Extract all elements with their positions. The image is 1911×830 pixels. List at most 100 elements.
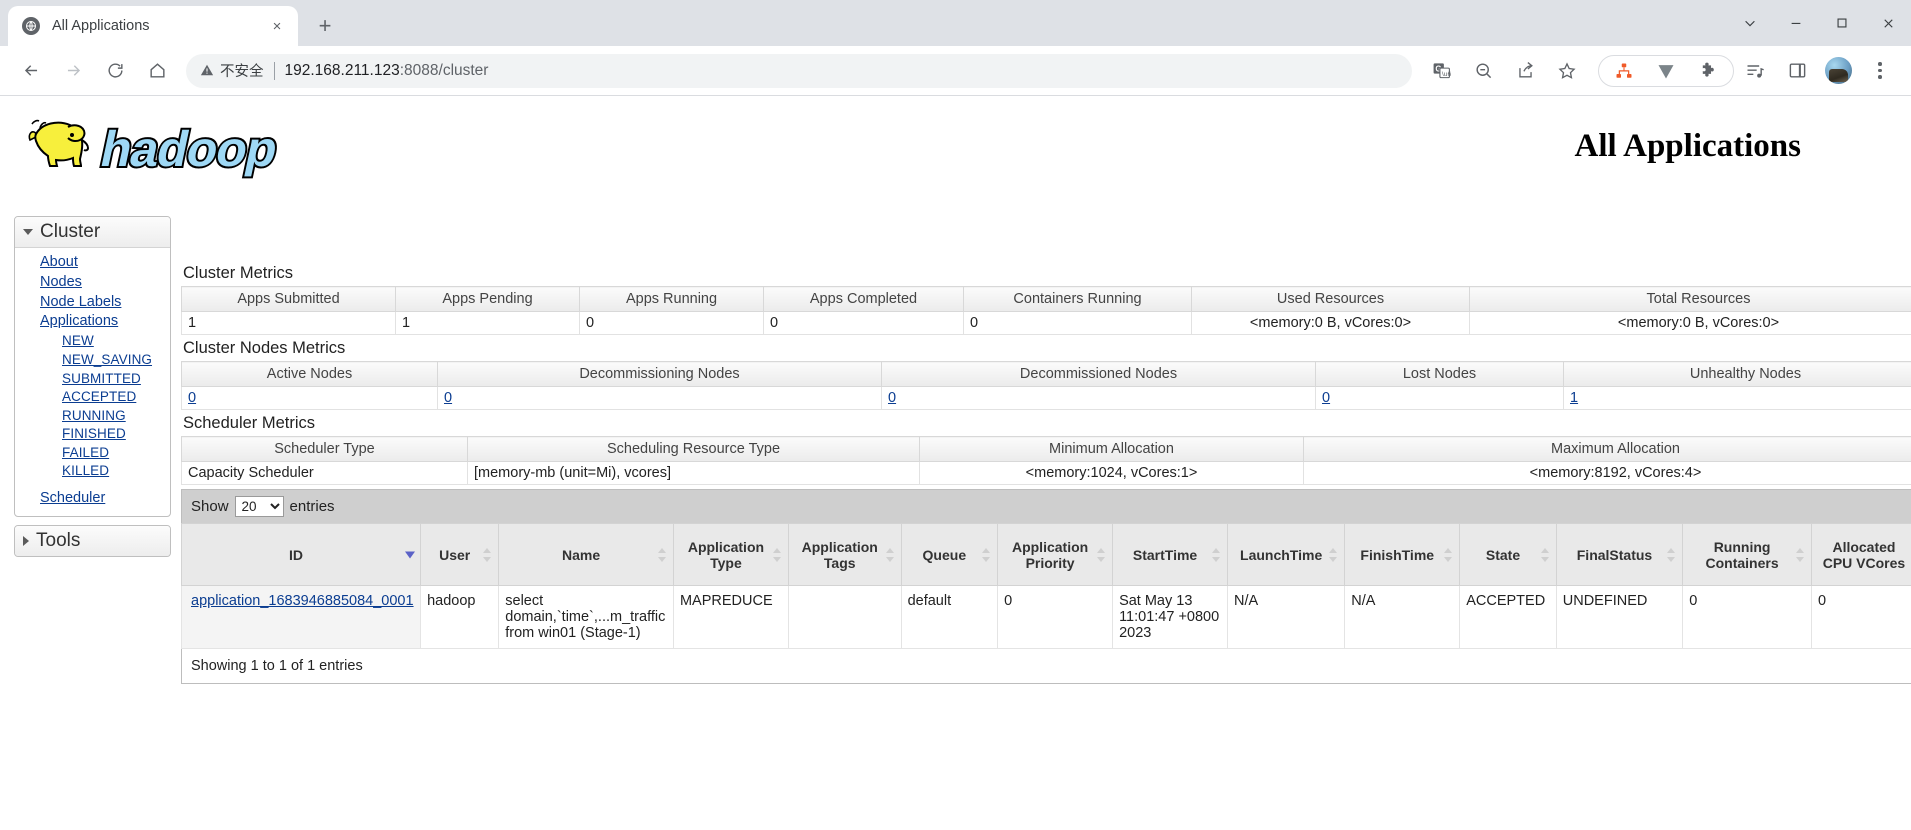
- val-scheduler-type: Capacity Scheduler: [181, 461, 468, 485]
- sidebar-item-new[interactable]: NEW: [15, 332, 170, 351]
- val-maximum-allocation: <memory:8192, vCores:4>: [1303, 461, 1911, 485]
- col-scheduling-resource-type[interactable]: Scheduling Resource Type: [467, 436, 920, 462]
- col-active-nodes[interactable]: Active Nodes: [181, 361, 438, 387]
- home-button[interactable]: [139, 53, 175, 89]
- col-state[interactable]: State: [1459, 523, 1557, 586]
- close-window-icon[interactable]: [1865, 0, 1911, 46]
- col-unhealthy-nodes[interactable]: Unhealthy Nodes: [1563, 361, 1911, 387]
- col-name[interactable]: Name: [498, 523, 674, 586]
- sitemap-extension-icon[interactable]: [1608, 55, 1640, 87]
- reload-button[interactable]: [97, 53, 133, 89]
- new-tab-button[interactable]: +: [308, 9, 342, 43]
- three-dot-menu-icon[interactable]: [1864, 55, 1896, 87]
- datatable-length-control: Show 2050100 entries: [181, 489, 1911, 523]
- chevron-down-icon[interactable]: [1727, 0, 1773, 46]
- cell-state: ACCEPTED: [1459, 585, 1557, 649]
- col-decommissioning-nodes[interactable]: Decommissioning Nodes: [437, 361, 882, 387]
- sidebar-item-new-saving[interactable]: NEW_SAVING: [15, 351, 170, 370]
- cluster-nodes-metrics-table: Active Nodes Decommissioning Nodes Decom…: [181, 361, 1911, 410]
- reading-list-icon[interactable]: [1739, 55, 1771, 87]
- table-row: 1 1 0 0 0 <memory:0 B, vCores:0> <memory…: [181, 311, 1911, 335]
- back-button[interactable]: [13, 53, 49, 89]
- sidebar-item-applications[interactable]: Applications: [15, 312, 170, 332]
- col-minimum-allocation[interactable]: Minimum Allocation: [919, 436, 1304, 462]
- sort-icon: [483, 547, 492, 562]
- val-apps-completed: 0: [763, 311, 964, 335]
- col-user[interactable]: User: [420, 523, 500, 586]
- side-panel-icon[interactable]: [1781, 55, 1813, 87]
- browser-tab[interactable]: All Applications ×: [8, 6, 298, 46]
- col-application-priority[interactable]: Application Priority: [997, 523, 1114, 586]
- url-text: 192.168.211.123:8088/cluster: [285, 62, 489, 80]
- share-icon[interactable]: [1509, 55, 1541, 87]
- decommissioning-nodes-link[interactable]: 0: [444, 390, 452, 406]
- cell-name: select domain,`time`,...m_traffic from w…: [498, 585, 674, 649]
- page-size-select[interactable]: 2050100: [234, 496, 284, 517]
- tools-panel-header[interactable]: Tools: [15, 525, 170, 556]
- sort-icon: [1212, 547, 1221, 562]
- col-decommissioned-nodes[interactable]: Decommissioned Nodes: [881, 361, 1316, 387]
- hadoop-logo[interactable]: hadoop: [12, 110, 302, 182]
- sort-icon: [657, 547, 667, 562]
- unhealthy-nodes-link[interactable]: 1: [1570, 390, 1578, 406]
- col-containers-running[interactable]: Containers Running: [963, 286, 1192, 312]
- chevron-right-icon: [23, 535, 29, 546]
- sidebar-item-submitted[interactable]: SUBMITTED: [15, 370, 170, 389]
- col-finish-time[interactable]: FinishTime: [1344, 523, 1461, 586]
- sidebar-item-about[interactable]: About: [15, 253, 170, 273]
- col-apps-pending[interactable]: Apps Pending: [395, 286, 580, 312]
- close-tab-icon[interactable]: ×: [266, 15, 288, 37]
- cell-application-tags: [787, 585, 902, 649]
- col-running-containers[interactable]: Running Containers: [1682, 523, 1812, 586]
- active-nodes-link[interactable]: 0: [188, 390, 196, 406]
- col-queue[interactable]: Queue: [900, 523, 999, 586]
- puzzle-extensions-icon[interactable]: [1692, 55, 1724, 87]
- col-total-resources[interactable]: Total Resources: [1469, 286, 1911, 312]
- maximize-window-icon[interactable]: [1819, 0, 1865, 46]
- col-start-time[interactable]: StartTime: [1112, 523, 1229, 586]
- zoom-out-icon[interactable]: [1467, 55, 1499, 87]
- sidebar-item-running[interactable]: RUNNING: [15, 407, 170, 426]
- forward-button[interactable]: [55, 53, 91, 89]
- sidebar-item-finished[interactable]: FINISHED: [15, 425, 170, 444]
- col-apps-running[interactable]: Apps Running: [579, 286, 764, 312]
- cluster-panel-header[interactable]: Cluster: [15, 217, 170, 248]
- decommissioned-nodes-link[interactable]: 0: [888, 390, 896, 406]
- sort-icon: [1795, 547, 1805, 562]
- col-final-status[interactable]: FinalStatus: [1555, 523, 1684, 586]
- col-running-containers-label: Running Containers: [1705, 538, 1779, 571]
- lost-nodes-link[interactable]: 0: [1322, 390, 1330, 406]
- minimize-window-icon[interactable]: [1773, 0, 1819, 46]
- col-apps-submitted[interactable]: Apps Submitted: [181, 286, 396, 312]
- application-id-link[interactable]: application_1683946885084_0001: [191, 593, 414, 609]
- elephant-glyph: [28, 119, 90, 167]
- cluster-metrics-title: Cluster Metrics: [183, 264, 294, 282]
- bookmark-star-icon[interactable]: [1551, 55, 1583, 87]
- col-apps-completed[interactable]: Apps Completed: [763, 286, 964, 312]
- avatar[interactable]: [1825, 57, 1852, 84]
- sidebar-item-node-labels[interactable]: Node Labels: [15, 293, 170, 313]
- col-launch-time[interactable]: LaunchTime: [1227, 523, 1346, 586]
- sidebar-item-nodes[interactable]: Nodes: [15, 273, 170, 293]
- sidebar-item-accepted[interactable]: ACCEPTED: [15, 388, 170, 407]
- col-scheduler-type[interactable]: Scheduler Type: [181, 436, 468, 462]
- cell-queue: default: [900, 585, 999, 649]
- translate-icon[interactable]: G \u6587: [1425, 55, 1457, 87]
- applications-datatable: Show 2050100 entries ID User Na: [180, 489, 1911, 684]
- col-lost-nodes[interactable]: Lost Nodes: [1315, 361, 1564, 387]
- col-id[interactable]: ID: [180, 523, 422, 586]
- val-apps-running: 0: [579, 311, 764, 335]
- sidebar-item-failed[interactable]: FAILED: [15, 444, 170, 463]
- col-allocated-cpu-vcores[interactable]: Allocated CPU VCores: [1810, 523, 1911, 586]
- col-application-type[interactable]: Application Type: [672, 523, 789, 586]
- url-host: 192.168.211.123: [284, 61, 400, 79]
- vimium-extension-icon[interactable]: [1650, 55, 1682, 87]
- sidebar-item-scheduler[interactable]: Scheduler: [15, 489, 170, 509]
- col-maximum-allocation[interactable]: Maximum Allocation: [1303, 436, 1911, 462]
- table-header-row: Active Nodes Decommissioning Nodes Decom…: [181, 361, 1911, 387]
- sidebar-item-killed[interactable]: KILLED: [15, 462, 170, 481]
- col-application-tags[interactable]: Application Tags: [787, 523, 902, 586]
- tab-strip: All Applications × +: [0, 0, 1911, 46]
- address-bar[interactable]: 不安全 192.168.211.123:8088/cluster: [186, 53, 1412, 88]
- col-used-resources[interactable]: Used Resources: [1191, 286, 1470, 312]
